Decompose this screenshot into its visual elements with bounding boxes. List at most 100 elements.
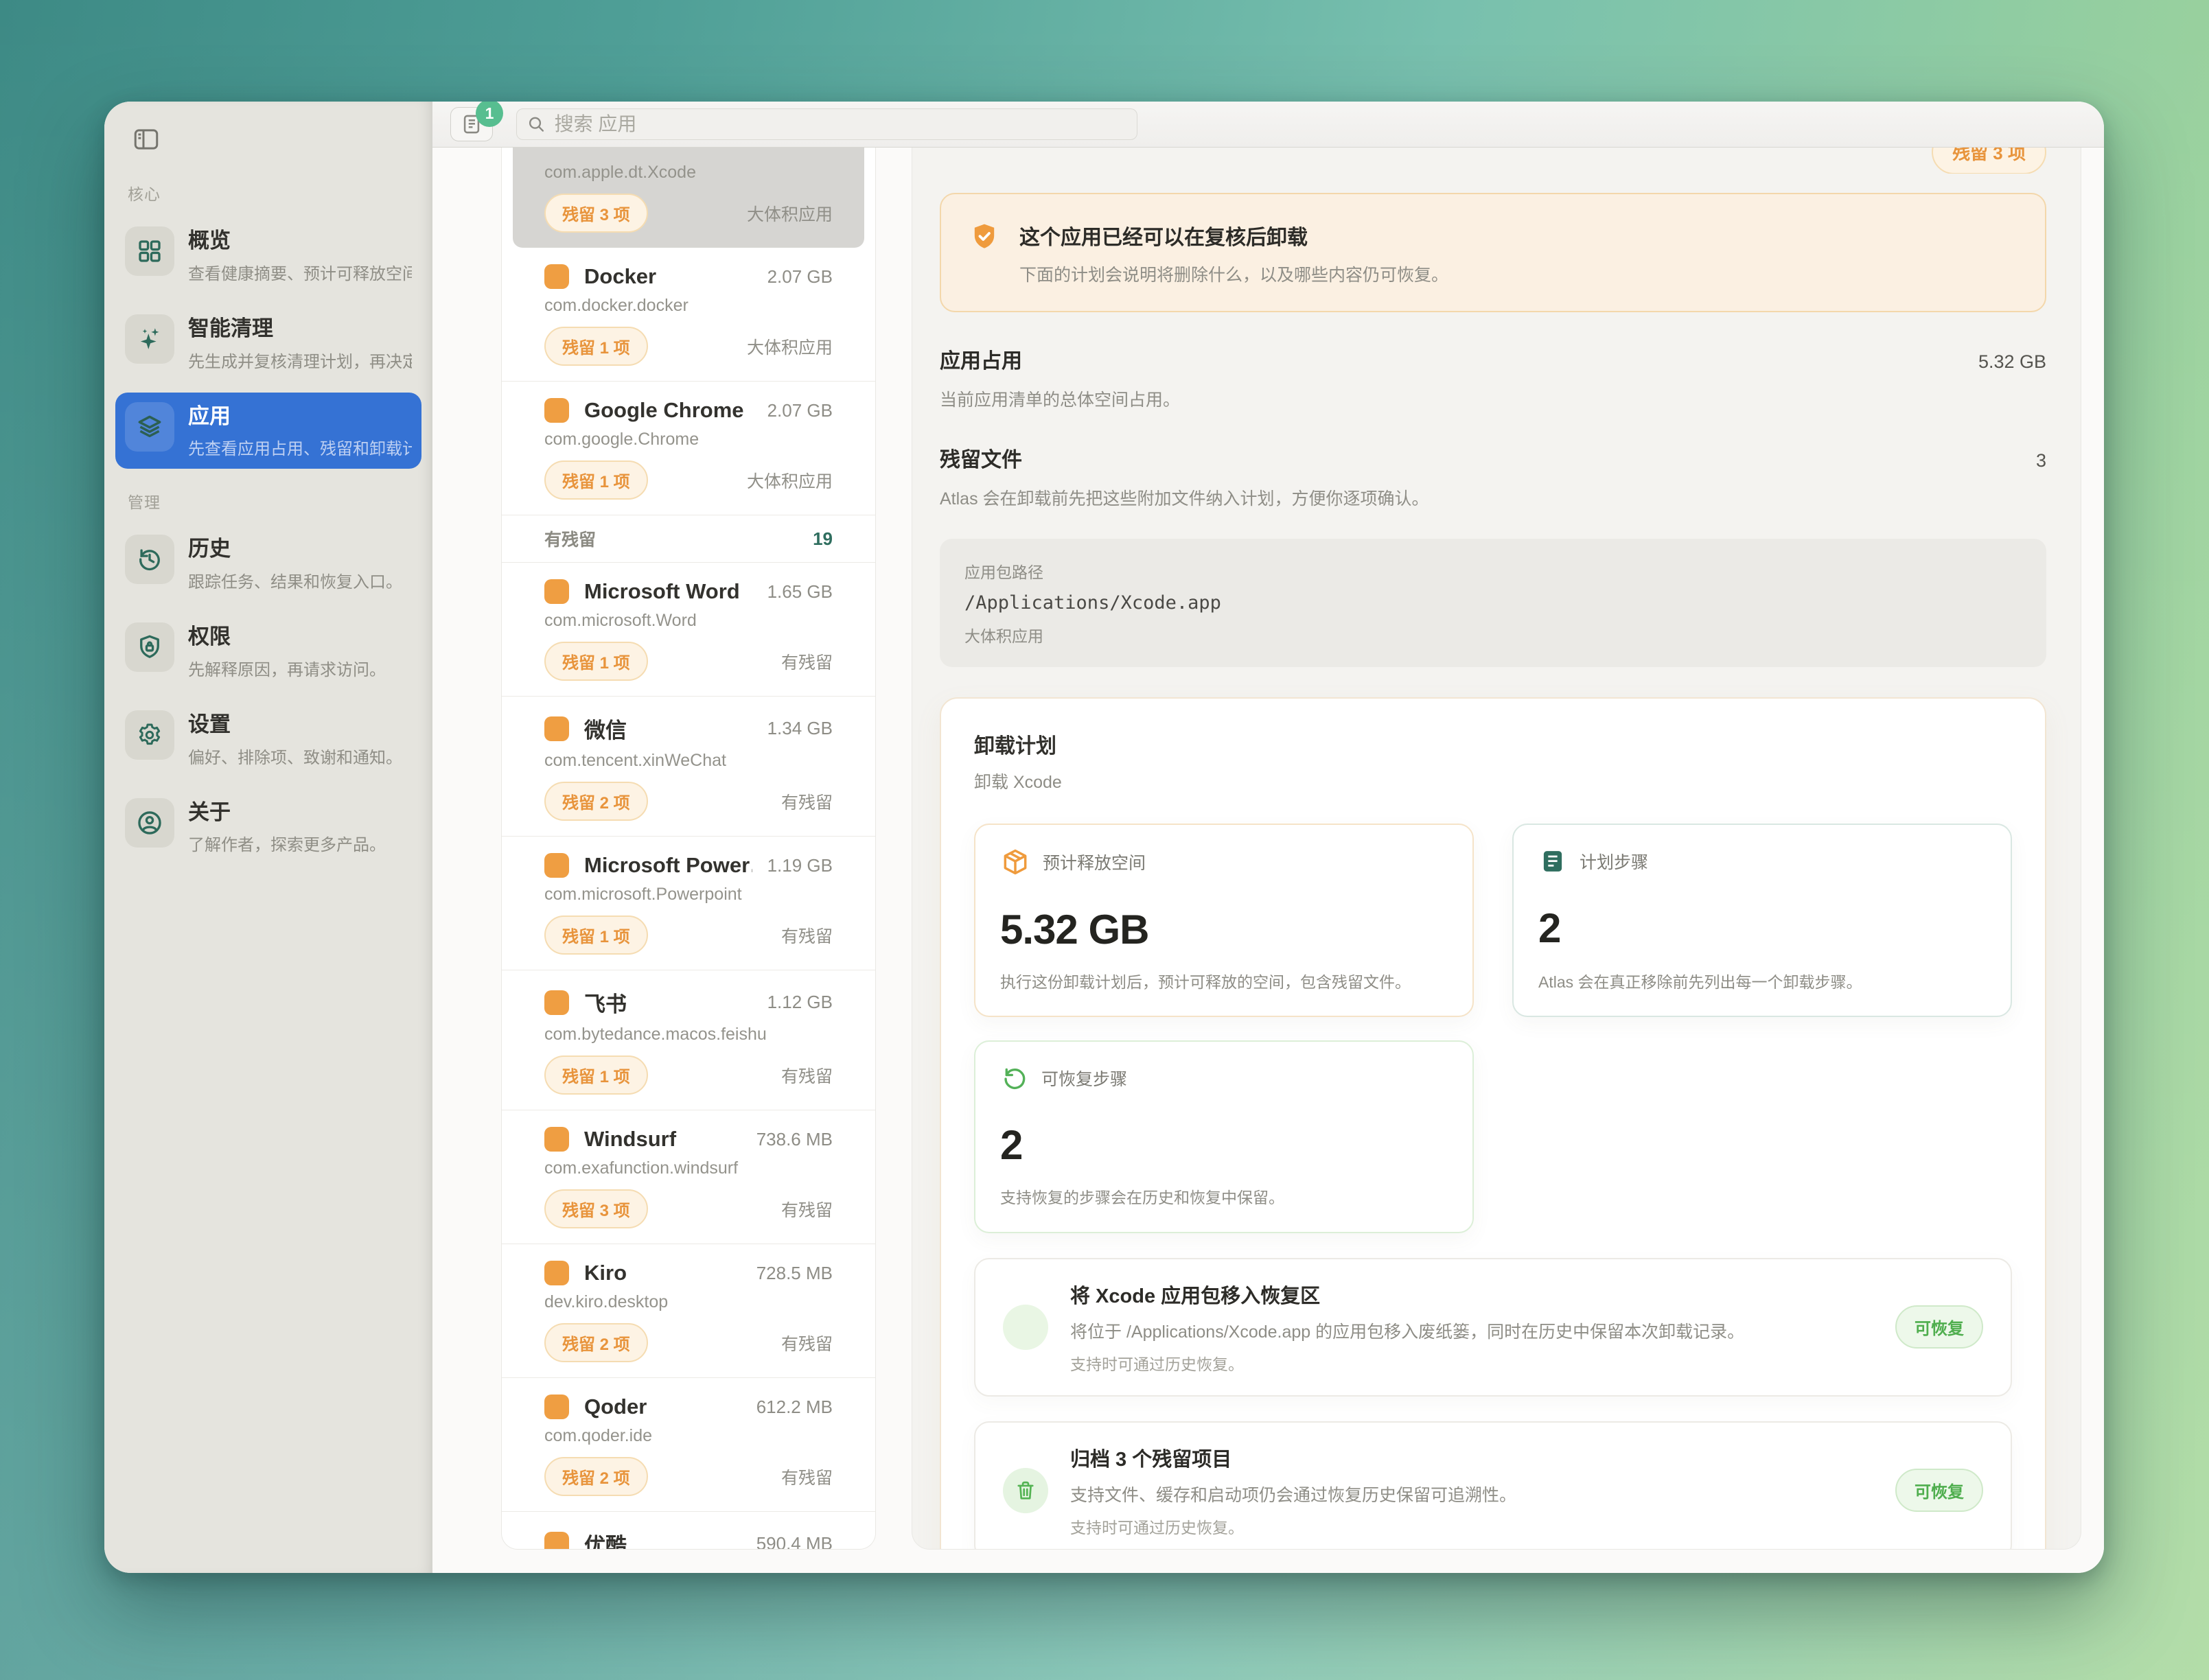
app-name: Microsoft Power…	[584, 853, 752, 878]
sidebar-item-apps[interactable]: 应用 先查看应用占用、残留和卸载计…	[115, 393, 421, 469]
detail-top-badge-clipped: 残留 3 项	[1932, 148, 2046, 174]
app-size: 2.07 GB	[767, 266, 833, 288]
bundle-path-tag: 大体积应用	[964, 623, 2022, 646]
step-note: 支持时可通过历史恢复。	[1070, 1515, 1873, 1538]
sidebar-item-label: 概览	[188, 228, 412, 255]
shield-lock-icon	[135, 633, 164, 662]
usage-title: 应用占用	[940, 344, 1022, 374]
trash-icon	[1014, 1478, 1037, 1503]
list-item-docker[interactable]: Docker 2.07 GB com.docker.docker 残留 1 项 …	[502, 248, 875, 381]
sidebar-item-subtitle: 了解作者，探索更多产品。	[188, 831, 386, 855]
list-item-feishu[interactable]: 飞书 1.12 GB com.bytedance.macos.feishu 残留…	[502, 970, 875, 1110]
package-icon	[1000, 847, 1030, 877]
bundle-path-value: /Applications/Xcode.app	[964, 592, 2022, 614]
sidebar-item-subtitle: 先解释原因，再请求访问。	[188, 656, 386, 680]
list-item-chrome[interactable]: Google Chrome 2.07 GB com.google.Chrome …	[502, 381, 875, 515]
search-field[interactable]	[516, 108, 1137, 140]
residual-value: 3	[2036, 450, 2046, 471]
ready-alert: 这个应用已经可以在复核后卸载 下面的计划会说明将删除什么，以及哪些内容仍可恢复。	[940, 193, 2046, 312]
app-bundle-id: com.bytedance.macos.feishu	[544, 1025, 833, 1045]
residual-badge: 残留 2 项	[544, 1323, 648, 1362]
recoverable-badge: 可恢复	[1895, 1305, 1983, 1349]
step-description: 支持文件、缓存和启动项仍会通过恢复历史保留可追溯性。	[1070, 1482, 1873, 1506]
step-title: 归档 3 个残留项目	[1070, 1443, 1873, 1472]
residual-badge: 残留 3 项	[544, 1189, 648, 1228]
residual-badge: 残留 2 项	[544, 1457, 648, 1496]
sidebar-item-smart-clean[interactable]: 智能清理 先生成并复核清理计划，再决定…	[115, 305, 421, 382]
app-size: 1.65 GB	[767, 581, 833, 603]
app-name: Qoder	[584, 1395, 741, 1419]
stat-label: 预计释放空间	[1043, 850, 1146, 874]
residual-badge: 残留 1 项	[544, 642, 648, 681]
list-item-windsurf[interactable]: Windsurf 738.6 MB com.exafunction.windsu…	[502, 1110, 875, 1244]
residual-badge: 残留 1 项	[544, 327, 648, 366]
sidebar-item-subtitle: 跟踪任务、结果和恢复入口。	[188, 568, 402, 592]
main-area: 1 com.apple.dt.Xcode 残留 3 项	[432, 102, 2104, 1573]
app-category-tag: 有残留	[781, 649, 833, 674]
app-icon	[544, 1532, 569, 1550]
sidebar-item-about[interactable]: 关于 了解作者，探索更多产品。	[115, 789, 421, 865]
stat-value: 5.32 GB	[1000, 906, 1448, 953]
app-size: 2.07 GB	[767, 400, 833, 421]
sidebar-item-settings[interactable]: 设置 偏好、排除项、致谢和通知。	[115, 701, 421, 778]
app-category-tag: 大体积应用	[747, 334, 833, 359]
app-icon	[544, 1127, 569, 1152]
residual-badge: 残留 2 项	[544, 782, 648, 821]
step-title: 将 Xcode 应用包移入恢复区	[1070, 1280, 1873, 1309]
sidebar-item-label: 权限	[188, 624, 386, 651]
sidebar-item-label: 关于	[188, 800, 386, 826]
app-name: Microsoft Word	[584, 579, 752, 604]
app-size: 1.19 GB	[767, 855, 833, 876]
search-input[interactable]	[555, 113, 1127, 135]
usage-section: 应用占用 5.32 GB 当前应用清单的总体空间占用。	[940, 344, 2046, 411]
stat-description: 支持恢复的步骤会在历史和恢复中保留。	[1000, 1169, 1448, 1209]
sidebar-item-overview[interactable]: 概览 查看健康摘要、预计可释放空间…	[115, 217, 421, 294]
app-size: 612.2 MB	[756, 1397, 833, 1418]
app-bundle-id: com.microsoft.Word	[544, 611, 833, 631]
stat-description: 执行这份卸载计划后，预计可释放的空间，包含残留文件。	[1000, 953, 1448, 994]
content-area: com.apple.dt.Xcode 残留 3 项 大体积应用 Docker 2…	[432, 148, 2104, 1573]
app-bundle-id: com.tencent.xinWeChat	[544, 751, 833, 771]
step-description: 将位于 /Applications/Xcode.app 的应用包移入废纸篓，同时…	[1070, 1318, 1873, 1343]
plan-queue-button[interactable]: 1	[450, 107, 493, 141]
list-item-word[interactable]: Microsoft Word 1.65 GB com.microsoft.Wor…	[502, 563, 875, 696]
sidebar-toggle-button[interactable]	[125, 121, 167, 158]
grid-icon	[135, 237, 164, 266]
list-item-xcode-selected[interactable]: com.apple.dt.Xcode 残留 3 项 大体积应用	[513, 148, 864, 248]
app-window: 核心 概览 查看健康摘要、预计可释放空间…	[104, 102, 2104, 1573]
list-item-youku[interactable]: 优酷 590.4 MB com.youku.mac 残留 2 项 有残留	[502, 1511, 875, 1550]
section-count: 19	[813, 528, 833, 550]
list-item-kiro[interactable]: Kiro 728.5 MB dev.kiro.desktop 残留 2 项 有残…	[502, 1244, 875, 1377]
list-item-qoder[interactable]: Qoder 612.2 MB com.qoder.ide 残留 2 项 有残留	[502, 1377, 875, 1511]
residual-badge: 残留 1 项	[544, 1055, 648, 1095]
app-category-tag: 有残留	[781, 1465, 833, 1489]
desktop-background: 核心 概览 查看健康摘要、预计可释放空间…	[0, 0, 2209, 1680]
sidebar: 核心 概览 查看健康摘要、预计可释放空间…	[104, 102, 432, 1573]
sidebar-item-label: 设置	[188, 712, 402, 738]
list-item-powerpoint[interactable]: Microsoft Power… 1.19 GB com.microsoft.P…	[502, 836, 875, 970]
sidebar-item-permissions[interactable]: 权限 先解释原因，再请求访问。	[115, 613, 421, 690]
sidebar-item-history[interactable]: 历史 跟踪任务、结果和恢复入口。	[115, 525, 421, 602]
app-icon	[544, 579, 569, 604]
app-icon	[544, 1261, 569, 1285]
app-bundle-id: com.exafunction.windsurf	[544, 1158, 833, 1178]
app-name: 飞书	[584, 987, 752, 1018]
app-name: Google Chrome	[584, 398, 752, 423]
sidebar-item-subtitle: 查看健康摘要、预计可释放空间…	[188, 260, 412, 284]
list-item-wechat[interactable]: 微信 1.34 GB com.tencent.xinWeChat 残留 2 项 …	[502, 696, 875, 836]
app-icon	[544, 853, 569, 878]
residual-badge: 残留 3 项	[544, 194, 648, 233]
app-size: 1.34 GB	[767, 718, 833, 739]
residual-section: 残留文件 3 Atlas 会在卸载前先把这些附加文件纳入计划，方便你逐项确认。	[940, 443, 2046, 510]
sparkles-icon	[135, 325, 164, 353]
alert-title: 这个应用已经可以在复核后卸载	[1019, 220, 1448, 250]
stat-description: Atlas 会在真正移除前先列出每一个卸载步骤。	[1538, 953, 1986, 994]
stat-label: 可恢复步骤	[1041, 1066, 1127, 1090]
uninstall-plan-card: 卸载计划 卸载 Xcode	[940, 697, 2046, 1550]
stat-recoverable-steps: 可恢复步骤 2 支持恢复的步骤会在历史和恢复中保留。	[974, 1040, 1474, 1233]
history-icon	[135, 545, 164, 574]
sidebar-item-subtitle: 先生成并复核清理计划，再决定…	[188, 348, 412, 372]
sidebar-item-label: 应用	[188, 404, 412, 430]
alert-description: 下面的计划会说明将删除什么，以及哪些内容仍可恢复。	[1019, 261, 1448, 286]
app-bundle-id: dev.kiro.desktop	[544, 1292, 833, 1312]
